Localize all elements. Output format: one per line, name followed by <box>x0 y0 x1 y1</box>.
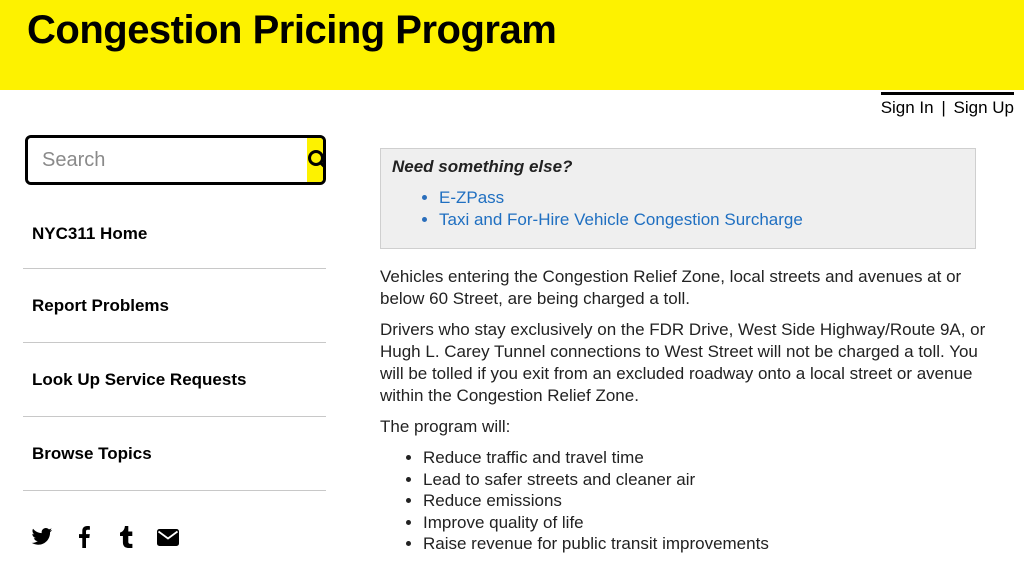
list-item: Reduce traffic and travel time <box>423 447 990 469</box>
auth-separator: | <box>941 98 946 117</box>
paragraph: The program will: <box>380 417 511 436</box>
paragraph: Vehicles entering the Congestion Relief … <box>380 267 962 308</box>
list-item: Reduce emissions <box>423 490 990 512</box>
search-input[interactable] <box>28 138 307 182</box>
twitter-link[interactable] <box>31 525 53 549</box>
facebook-link[interactable] <box>73 525 95 549</box>
auth-links: Sign In | Sign Up <box>880 92 1014 118</box>
sign-in-link[interactable]: Sign In <box>881 98 934 117</box>
tumblr-link[interactable] <box>115 525 137 549</box>
sidebar-item-label: Browse Topics <box>32 443 152 463</box>
sidebar-item-look-up-service-requests[interactable]: Look Up Service Requests <box>23 343 326 417</box>
search-box <box>25 135 326 185</box>
email-link[interactable] <box>157 525 179 549</box>
search-icon <box>308 150 323 168</box>
list-item: E-ZPass <box>439 187 964 209</box>
sidebar-item-browse-topics[interactable]: Browse Topics <box>23 417 326 491</box>
sign-up-link[interactable]: Sign Up <box>954 98 1014 117</box>
twitter-icon <box>31 528 53 545</box>
ezpass-link[interactable]: E-ZPass <box>439 188 504 207</box>
sidebar-item-label: NYC311 Home <box>32 223 148 243</box>
sidebar-item-nyc311-home[interactable]: NYC311 Home <box>23 199 326 269</box>
social-links <box>31 525 179 549</box>
callout-title: Need something else? <box>392 157 573 176</box>
email-icon <box>157 528 179 546</box>
list-item: Raise revenue for public transit improve… <box>423 533 990 555</box>
paragraph: Drivers who stay exclusively on the FDR … <box>380 320 986 405</box>
facebook-icon <box>79 526 90 548</box>
taxi-surcharge-link[interactable]: Taxi and For-Hire Vehicle Congestion Sur… <box>439 210 803 229</box>
search-button[interactable] <box>307 138 323 182</box>
sidebar-item-label: Report Problems <box>32 295 169 315</box>
sidebar-item-report-problems[interactable]: Report Problems <box>23 269 326 343</box>
tumblr-icon <box>120 526 133 548</box>
main-content: Vehicles entering the Congestion Relief … <box>380 266 990 555</box>
list-item: Improve quality of life <box>423 512 990 534</box>
page-title: Congestion Pricing Program <box>27 8 557 52</box>
site-header: Congestion Pricing Program <box>0 0 1024 90</box>
related-links-list: E-ZPass Taxi and For-Hire Vehicle Conges… <box>392 187 964 231</box>
list-item: Taxi and For-Hire Vehicle Congestion Sur… <box>439 209 964 231</box>
sidebar-item-label: Look Up Service Requests <box>32 369 247 389</box>
related-links-box: Need something else? E-ZPass Taxi and Fo… <box>380 148 976 249</box>
sidebar-nav: NYC311 Home Report Problems Look Up Serv… <box>23 199 326 491</box>
list-item: Lead to safer streets and cleaner air <box>423 469 990 491</box>
program-goals-list: Reduce traffic and travel time Lead to s… <box>380 447 990 555</box>
